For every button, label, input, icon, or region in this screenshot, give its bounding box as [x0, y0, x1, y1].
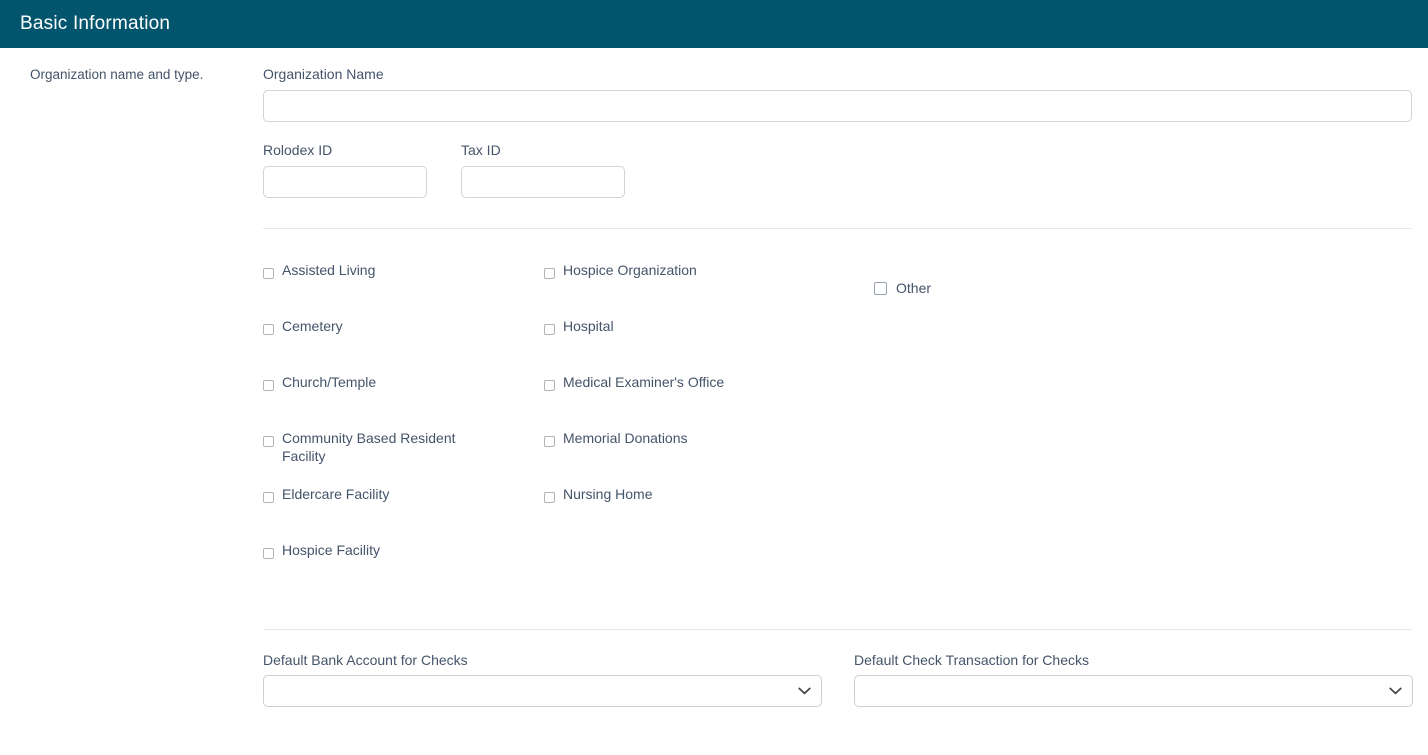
default-check-transaction-label: Default Check Transaction for Checks: [854, 651, 1089, 668]
checkbox-label-medical-examiners-office: Medical Examiner's Office: [563, 373, 725, 390]
organization-name-label: Organization Name: [263, 66, 384, 82]
default-selects-row: Default Bank Account for Checks Default …: [263, 652, 1413, 708]
id-fields-row: Rolodex ID Tax ID: [263, 142, 1412, 198]
checkbox-community-based-resident-facility[interactable]: [263, 435, 274, 447]
checkbox-label-hospital: Hospital: [563, 317, 614, 334]
checkbox-row-assisted-living[interactable]: Assisted Living: [263, 261, 544, 317]
checkbox-label-other: Other: [896, 280, 932, 297]
checkbox-memorial-donations[interactable]: [544, 435, 555, 447]
checkbox-label-memorial-donations: Memorial Donations: [563, 429, 688, 446]
checkbox-hospice-organization[interactable]: [544, 267, 555, 279]
checkbox-row-hospice-organization[interactable]: Hospice Organization: [544, 261, 874, 317]
tax-id-label: Tax ID: [461, 141, 501, 158]
checkbox-cemetery[interactable]: [263, 323, 274, 335]
fields-column: Organization Name Rolodex ID Tax ID Assi…: [263, 66, 1428, 708]
section-description: Organization name and type.: [30, 67, 204, 82]
divider-bottom: [263, 628, 1412, 630]
default-bank-account-group: Default Bank Account for Checks: [263, 652, 822, 708]
default-check-transaction-group: Default Check Transaction for Checks: [854, 652, 1413, 708]
checkbox-assisted-living[interactable]: [263, 267, 274, 279]
rolodex-id-input[interactable]: [263, 165, 427, 198]
checkbox-nursing-home[interactable]: [544, 491, 555, 503]
checkbox-hospice-facility[interactable]: [263, 547, 274, 559]
default-bank-account-label: Default Bank Account for Checks: [263, 651, 468, 668]
checkbox-row-other[interactable]: Other: [874, 261, 1174, 317]
checkbox-hospital[interactable]: [544, 323, 555, 335]
checkbox-label-community-based-resident-facility: Community Based Resident Facility: [282, 429, 456, 465]
checkbox-column-1: Assisted Living Cemetery Church/Temple C…: [263, 261, 544, 597]
checkbox-column-2: Hospice Organization Hospital Medical Ex…: [544, 261, 874, 597]
checkbox-medical-examiners-office[interactable]: [544, 379, 555, 391]
description-column: Organization name and type.: [0, 66, 263, 85]
organization-name-group: Organization Name: [263, 66, 1412, 122]
default-check-transaction-select[interactable]: [854, 675, 1413, 708]
checkbox-row-hospice-facility[interactable]: Hospice Facility: [263, 541, 544, 597]
checkbox-label-hospice-organization: Hospice Organization: [563, 261, 697, 278]
checkbox-label-assisted-living: Assisted Living: [282, 261, 376, 278]
tax-id-input[interactable]: [461, 165, 625, 198]
checkbox-row-eldercare-facility[interactable]: Eldercare Facility: [263, 485, 544, 541]
checkbox-row-church-temple[interactable]: Church/Temple: [263, 373, 544, 429]
checkbox-other[interactable]: [874, 282, 887, 296]
checkbox-label-nursing-home: Nursing Home: [563, 485, 653, 502]
checkbox-column-3: Other: [874, 261, 1174, 597]
organization-name-input[interactable]: [263, 89, 1412, 122]
default-bank-account-select-wrap: [263, 675, 822, 708]
organization-type-checkbox-grid: Assisted Living Cemetery Church/Temple C…: [263, 261, 1412, 597]
checkbox-row-nursing-home[interactable]: Nursing Home: [544, 485, 874, 541]
checkbox-row-hospital[interactable]: Hospital: [544, 317, 874, 373]
form-body: Organization name and type. Organization…: [0, 48, 1428, 708]
panel-header: Basic Information: [0, 0, 1428, 48]
divider-top: [263, 227, 1412, 229]
rolodex-id-label: Rolodex ID: [263, 141, 333, 158]
checkbox-eldercare-facility[interactable]: [263, 491, 274, 503]
default-check-transaction-select-wrap: [854, 675, 1413, 708]
checkbox-church-temple[interactable]: [263, 379, 274, 391]
default-bank-account-select[interactable]: [263, 675, 822, 708]
checkbox-label-hospice-facility: Hospice Facility: [282, 541, 381, 558]
checkbox-label-church-temple: Church/Temple: [282, 373, 377, 390]
checkbox-label-cemetery: Cemetery: [282, 317, 343, 334]
tax-id-group: Tax ID: [461, 142, 625, 198]
page-title: Basic Information: [20, 13, 171, 34]
checkbox-row-medical-examiners-office[interactable]: Medical Examiner's Office: [544, 373, 874, 429]
checkbox-row-cemetery[interactable]: Cemetery: [263, 317, 544, 373]
checkbox-label-eldercare-facility: Eldercare Facility: [282, 485, 390, 502]
checkbox-row-memorial-donations[interactable]: Memorial Donations: [544, 429, 874, 485]
rolodex-id-group: Rolodex ID: [263, 142, 427, 198]
checkbox-row-community-based-resident-facility[interactable]: Community Based Resident Facility: [263, 429, 544, 485]
